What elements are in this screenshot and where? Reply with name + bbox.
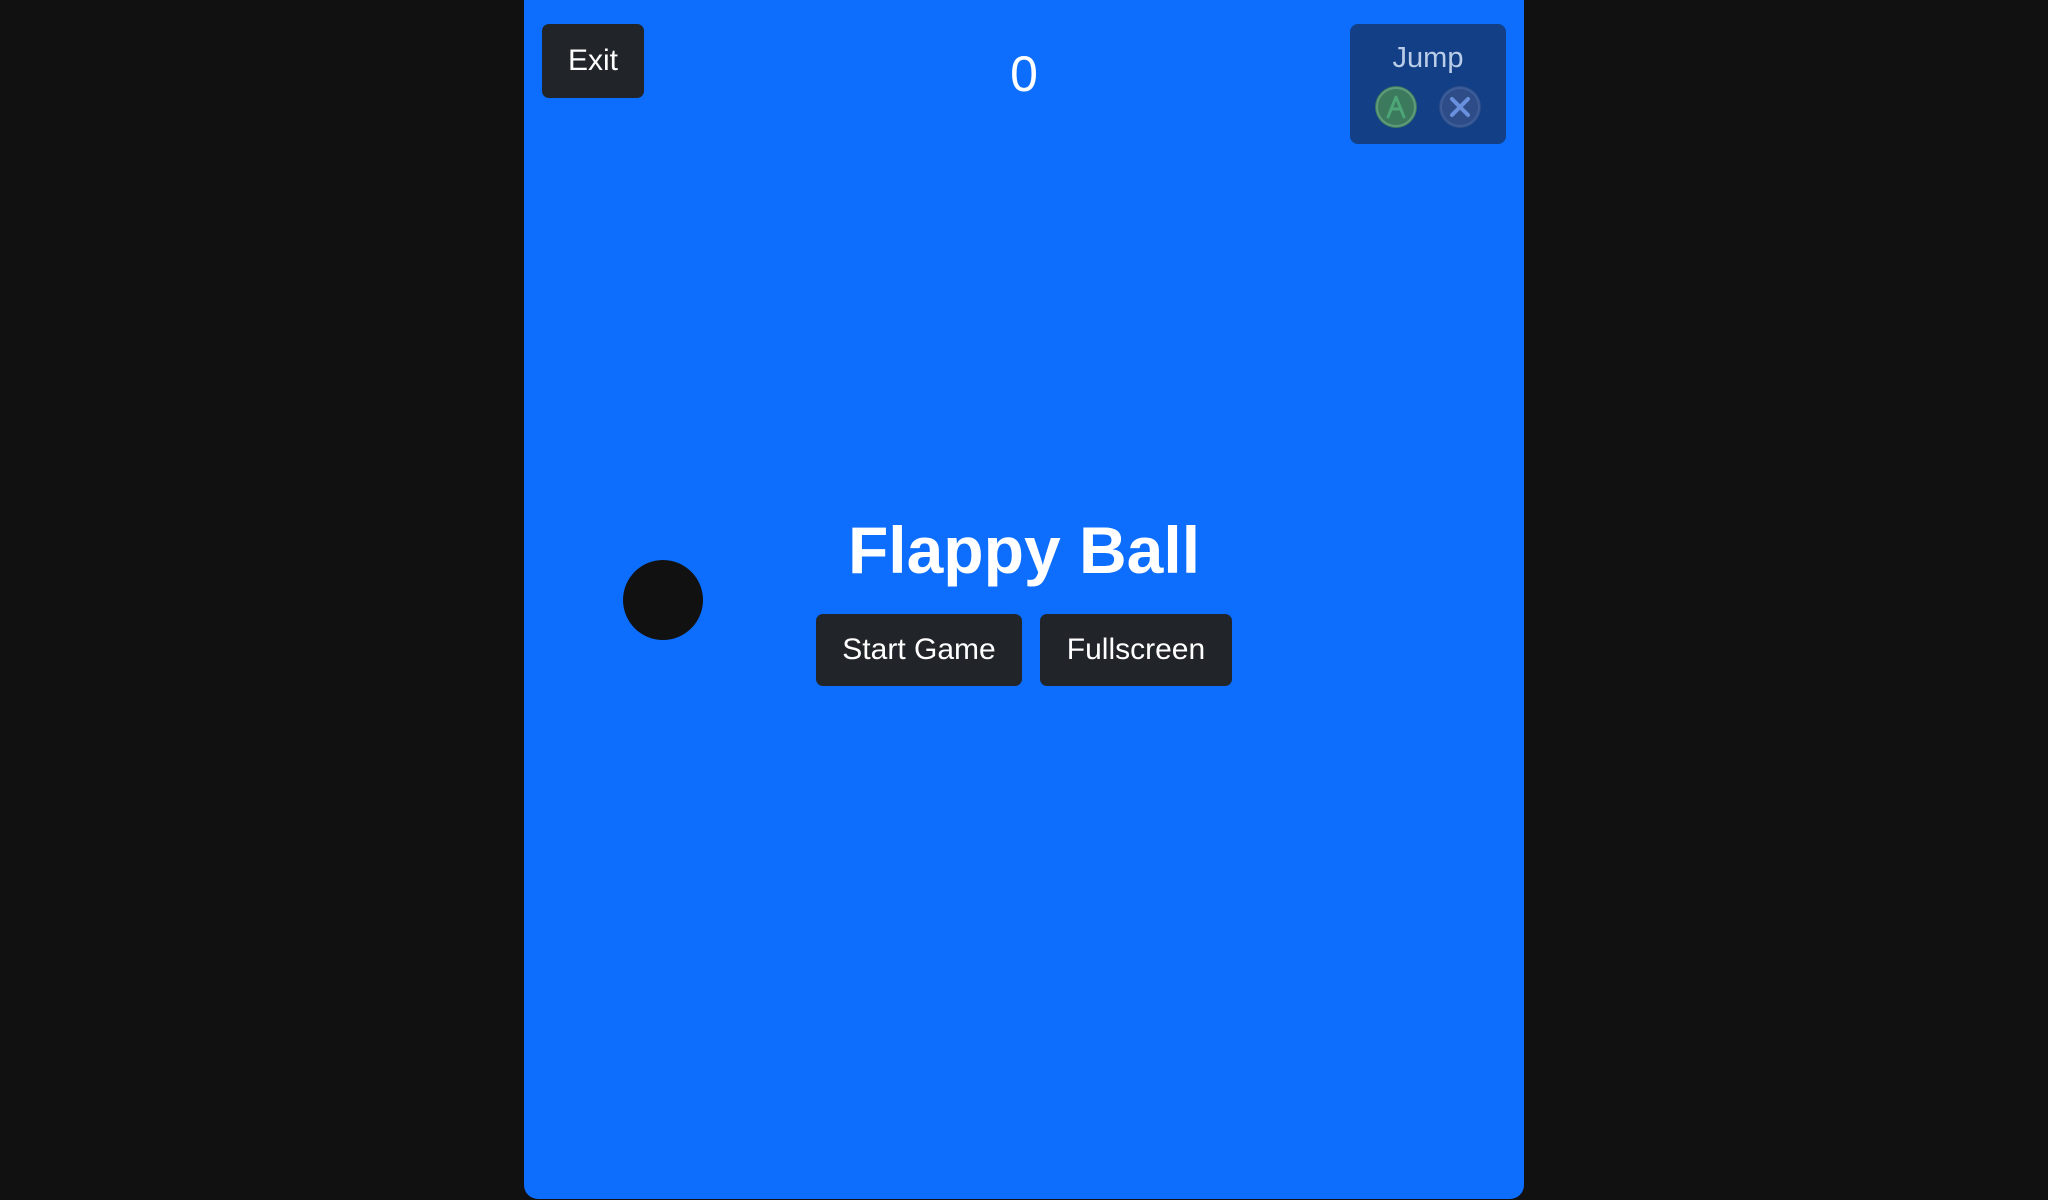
jump-control-panel[interactable]: Jump	[1350, 24, 1506, 144]
jump-label: Jump	[1392, 42, 1464, 74]
gamepad-a-button-icon	[1375, 86, 1417, 128]
game-stage[interactable]: Exit 0 Jump Flappy Ball Start Game Fulls…	[524, 0, 1524, 1199]
fullscreen-button[interactable]: Fullscreen	[1040, 614, 1232, 686]
start-game-button[interactable]: Start Game	[816, 614, 1022, 686]
game-title: Flappy Ball	[847, 513, 1201, 587]
gamepad-x-button-icon	[1439, 86, 1481, 128]
